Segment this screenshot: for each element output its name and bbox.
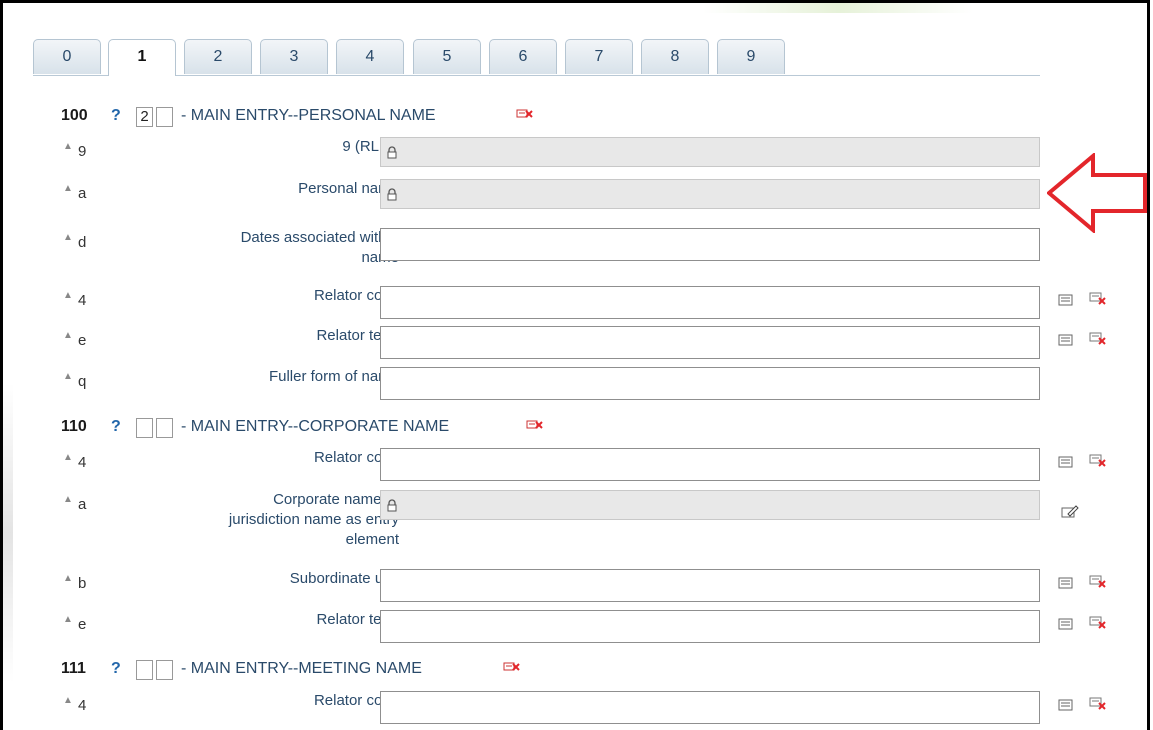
subfield-input[interactable] [380, 326, 1040, 359]
move-up-icon[interactable]: ▲ [63, 371, 73, 382]
tab-6[interactable]: 6 [489, 39, 557, 74]
subfield-code: a [78, 185, 87, 202]
move-up-icon[interactable]: ▲ [63, 573, 73, 584]
field-title: - MAIN ENTRY--CORPORATE NAME [181, 418, 450, 435]
subfield-code: e [78, 616, 87, 633]
subfield-label: Relator code [313, 449, 399, 466]
move-up-icon[interactable]: ▲ [63, 330, 73, 341]
delete-subfield-icon[interactable] [1089, 331, 1107, 347]
indicator-2-input[interactable] [156, 418, 173, 438]
lock-icon [387, 499, 397, 512]
subfield-label: 9 (RLIN) [342, 138, 399, 155]
indicator-1-input[interactable] [136, 418, 153, 438]
subfield-code: b [78, 575, 87, 592]
tab-2[interactable]: 2 [184, 39, 252, 74]
tab-4[interactable]: 4 [336, 39, 404, 74]
tab-7[interactable]: 7 [565, 39, 633, 74]
tab-0[interactable]: 0 [33, 39, 101, 74]
move-up-icon[interactable]: ▲ [63, 695, 73, 706]
subfield-code: 4 [78, 292, 87, 309]
subfield-code: a [78, 496, 87, 513]
subfield-code: e [78, 332, 87, 349]
thesaurus-icon[interactable] [1057, 575, 1075, 591]
field-title: - MAIN ENTRY--MEETING NAME [181, 660, 422, 677]
delete-subfield-icon[interactable] [1089, 696, 1107, 712]
delete-subfield-icon[interactable] [1089, 453, 1107, 469]
subfield-label: Corporate name or jurisdiction name as e… [228, 491, 399, 548]
subfield-code: d [78, 234, 87, 251]
delete-field-icon[interactable] [503, 660, 521, 679]
indicator-1-input[interactable]: 2 [136, 107, 153, 127]
subfield-input[interactable] [380, 137, 1040, 167]
indicator-2-input[interactable] [156, 107, 173, 127]
field-title: - MAIN ENTRY--PERSONAL NAME [181, 107, 436, 124]
lock-icon [387, 146, 397, 159]
subfield-code: 4 [78, 454, 87, 471]
move-up-icon[interactable]: ▲ [63, 494, 73, 505]
marc-editor-frame: 0 1 2 3 4 5 6 7 8 9 100 ? 2 - MAIN ENTRY… [0, 0, 1150, 730]
move-up-icon[interactable]: ▲ [63, 232, 73, 243]
thesaurus-icon[interactable] [1057, 697, 1075, 713]
tab-1[interactable]: 1 [108, 39, 176, 76]
delete-field-icon[interactable] [516, 107, 534, 126]
help-link[interactable]: ? [111, 107, 121, 125]
thesaurus-icon[interactable] [1057, 616, 1075, 632]
subfield-input[interactable] [380, 569, 1040, 602]
move-up-icon[interactable]: ▲ [63, 452, 73, 463]
background-glow [3, 383, 13, 683]
subfield-code: 9 [78, 143, 87, 160]
tab-bar: 0 1 2 3 4 5 6 7 8 9 [33, 39, 1040, 76]
indicator-2-input[interactable] [156, 660, 173, 680]
delete-subfield-icon[interactable] [1089, 291, 1107, 307]
subfield-label: Relator code [313, 287, 399, 304]
subfield-label: Personal name [298, 180, 399, 197]
tab-9[interactable]: 9 [717, 39, 785, 74]
subfield-code: 4 [78, 697, 87, 714]
tab-5[interactable]: 5 [413, 39, 481, 74]
subfield-label: Subordinate unit [289, 570, 399, 587]
tab-3[interactable]: 3 [260, 39, 328, 74]
help-link[interactable]: ? [111, 418, 121, 436]
subfield-input[interactable] [380, 448, 1040, 481]
background-glow [703, 3, 973, 13]
subfield-label: Relator term [316, 611, 399, 628]
subfield-label: Relator code [313, 692, 399, 709]
move-up-icon[interactable]: ▲ [63, 141, 73, 152]
field-tag: 110 [61, 418, 87, 435]
subfield-input[interactable] [380, 610, 1040, 643]
move-up-icon[interactable]: ▲ [63, 183, 73, 194]
move-up-icon[interactable]: ▲ [63, 290, 73, 301]
subfield-code: q [78, 373, 87, 390]
subfield-input[interactable] [380, 179, 1040, 209]
move-up-icon[interactable]: ▲ [63, 614, 73, 625]
subfield-label: Fuller form of name [268, 368, 399, 385]
field-tag: 111 [61, 660, 86, 677]
red-arrow-annotation [1047, 153, 1147, 233]
delete-subfield-icon[interactable] [1089, 574, 1107, 590]
field-tag: 100 [61, 107, 88, 124]
subfield-label: Dates associated with a name [240, 229, 399, 266]
thesaurus-icon[interactable] [1057, 332, 1075, 348]
thesaurus-icon[interactable] [1057, 454, 1075, 470]
subfield-input[interactable] [380, 286, 1040, 319]
delete-subfield-icon[interactable] [1089, 615, 1107, 631]
subfield-input[interactable] [380, 367, 1040, 400]
edit-icon[interactable] [1061, 504, 1079, 520]
subfield-input[interactable] [380, 490, 1040, 520]
thesaurus-icon[interactable] [1057, 292, 1075, 308]
subfield-input[interactable] [380, 228, 1040, 261]
indicator-1-input[interactable] [136, 660, 153, 680]
lock-icon [387, 188, 397, 201]
subfield-input[interactable] [380, 691, 1040, 724]
help-link[interactable]: ? [111, 660, 121, 678]
delete-field-icon[interactable] [526, 418, 544, 437]
tab-8[interactable]: 8 [641, 39, 709, 74]
subfield-label: Relator term [316, 327, 399, 344]
